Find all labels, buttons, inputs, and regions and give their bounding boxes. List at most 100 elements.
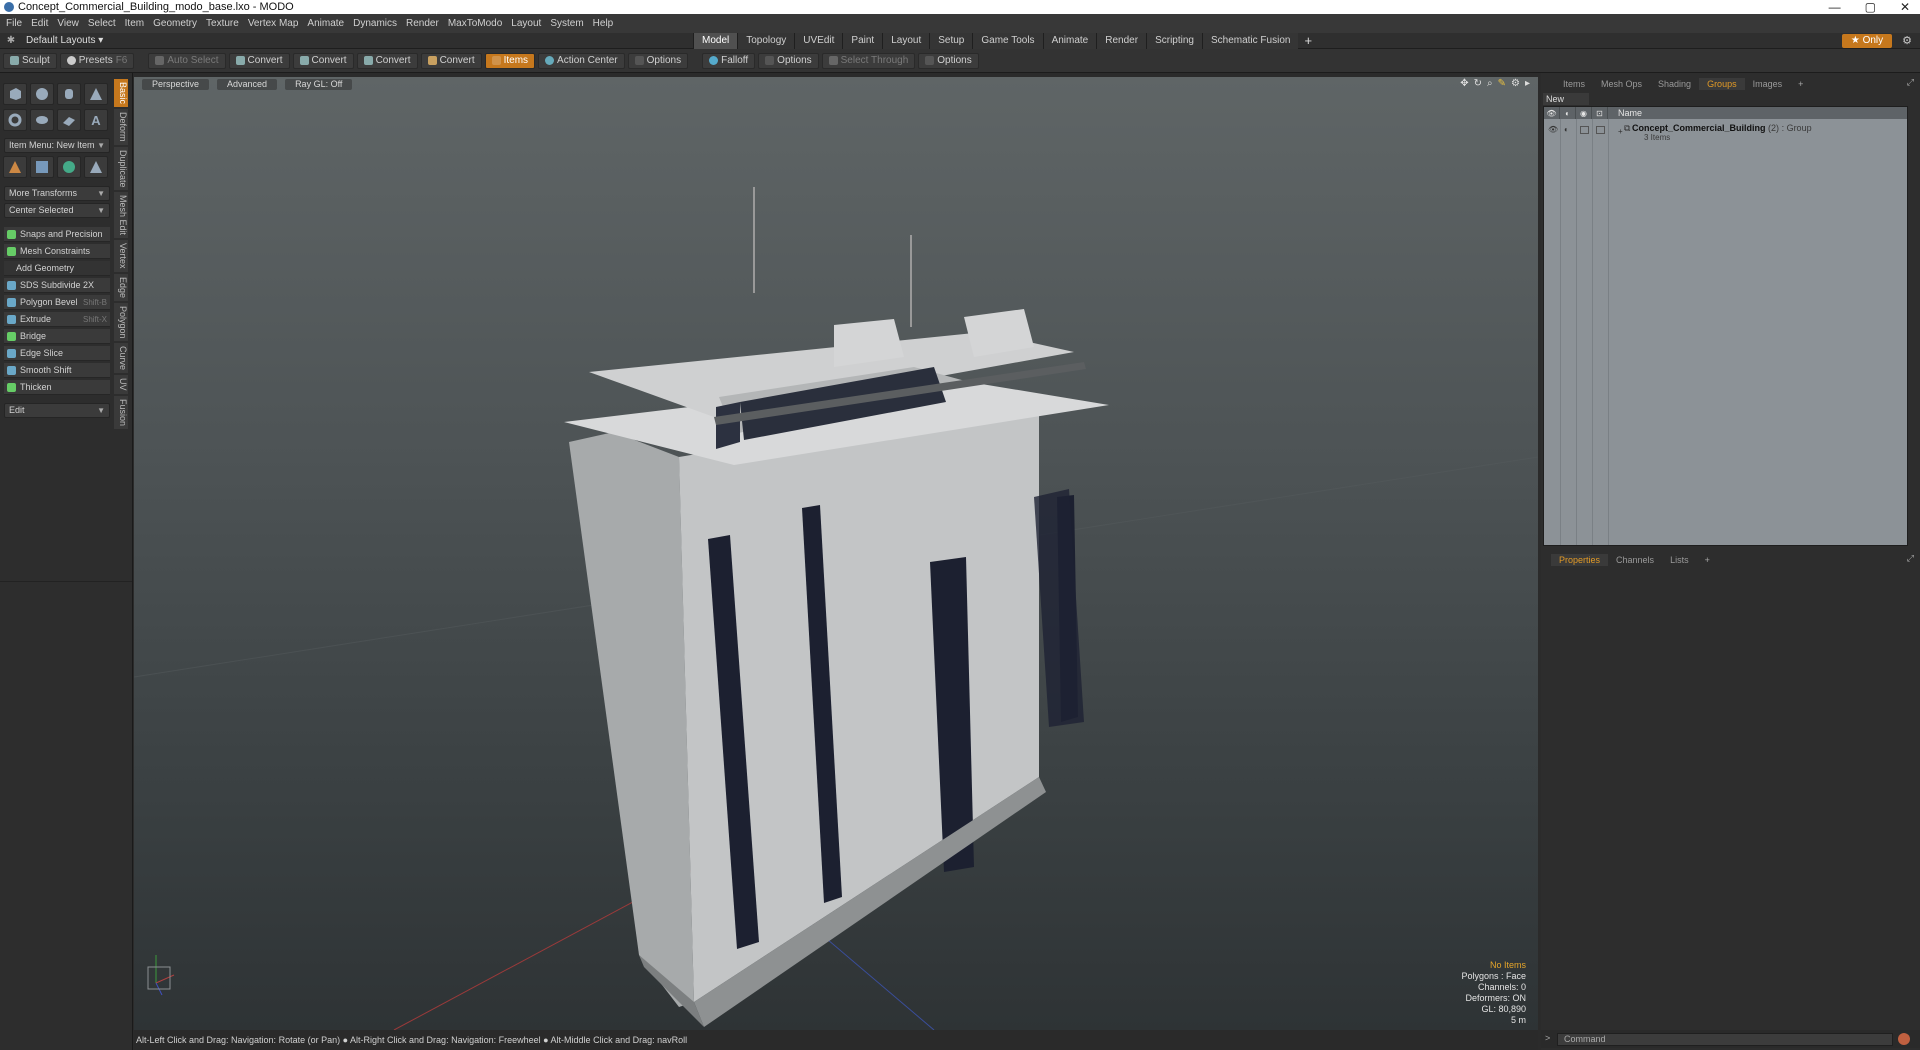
- sculpt-button[interactable]: Sculpt: [3, 52, 57, 69]
- tab-game-tools[interactable]: Game Tools: [972, 33, 1043, 49]
- tool-extrude[interactable]: Extrude Shift-X: [4, 312, 110, 327]
- menu-geometry[interactable]: Geometry: [153, 18, 197, 29]
- select-options-button[interactable]: Options: [918, 52, 979, 69]
- tab-lists[interactable]: Lists: [1662, 554, 1697, 566]
- menu-maxtomodo[interactable]: MaxToModo: [448, 18, 502, 29]
- mesh-constraints-button[interactable]: Mesh Constraints: [4, 244, 110, 259]
- expand-group-icon[interactable]: +: [1618, 127, 1623, 136]
- snaps-precision-button[interactable]: Snaps and Precision: [4, 227, 110, 242]
- tab-channels[interactable]: Channels: [1608, 554, 1662, 566]
- convert-polygons-button[interactable]: Convert: [356, 52, 418, 69]
- tab-schematic-fusion[interactable]: Schematic Fusion: [1201, 33, 1299, 49]
- presets-button[interactable]: Presets F6: [59, 52, 135, 69]
- cylinder-primitive-icon[interactable]: [57, 83, 81, 105]
- tab-scripting[interactable]: Scripting: [1146, 33, 1202, 49]
- center-selected-dropdown[interactable]: Center Selected ▼: [4, 203, 110, 218]
- name-column-header[interactable]: Name: [1608, 108, 1642, 118]
- tab-items[interactable]: Items: [1555, 78, 1593, 90]
- only-button[interactable]: ★ Only: [1842, 34, 1892, 48]
- vtab-vertex[interactable]: Vertex: [114, 240, 128, 272]
- sphere-primitive-icon[interactable]: [30, 83, 54, 105]
- gear-icon[interactable]: ⚙: [1902, 34, 1912, 47]
- globe-icon[interactable]: [57, 156, 81, 178]
- minimize-button[interactable]: —: [1829, 0, 1841, 14]
- torus-primitive-icon[interactable]: [3, 109, 27, 131]
- tool-edge-slice[interactable]: Edge Slice: [4, 346, 110, 361]
- pin-icon[interactable]: ✱: [0, 35, 22, 46]
- menu-file[interactable]: File: [6, 18, 22, 29]
- item-menu-dropdown[interactable]: Item Menu: New Item ▼: [4, 138, 110, 153]
- render-column-icon[interactable]: ◐: [1560, 107, 1576, 119]
- menu-texture[interactable]: Texture: [206, 18, 239, 29]
- menu-help[interactable]: Help: [593, 18, 614, 29]
- tool-smooth-shift[interactable]: Smooth Shift: [4, 363, 110, 378]
- grid-icon[interactable]: [30, 156, 54, 178]
- tool-bridge[interactable]: Bridge: [4, 329, 110, 344]
- tab-paint[interactable]: Paint: [842, 33, 883, 49]
- vtab-uv[interactable]: UV: [114, 375, 128, 394]
- tool-polygon-bevel[interactable]: Polygon Bevel Shift-B: [4, 295, 110, 310]
- menu-system[interactable]: System: [550, 18, 583, 29]
- menu-item[interactable]: Item: [125, 18, 144, 29]
- convert-materials-button[interactable]: Convert: [420, 52, 482, 69]
- vtab-mesh-edit[interactable]: Mesh Edit: [114, 192, 128, 239]
- tab-layout[interactable]: Layout: [882, 33, 930, 49]
- add-props-tab-button[interactable]: +: [1697, 554, 1718, 566]
- capsule-primitive-icon[interactable]: [30, 109, 54, 131]
- command-stop-icon[interactable]: [1898, 1033, 1910, 1045]
- menu-animate[interactable]: Animate: [307, 18, 344, 29]
- tab-animate[interactable]: Animate: [1042, 33, 1097, 49]
- close-button[interactable]: ✕: [1900, 0, 1910, 14]
- vtab-curve[interactable]: Curve: [114, 343, 128, 374]
- falloff-options-button[interactable]: Options: [758, 52, 819, 69]
- vtab-basic[interactable]: Basic: [114, 79, 128, 108]
- select-toggle-icon[interactable]: [1596, 126, 1605, 134]
- menu-edit[interactable]: Edit: [31, 18, 48, 29]
- expand-props-icon[interactable]: ⤢: [1907, 553, 1914, 564]
- add-geometry-header[interactable]: Add Geometry: [4, 261, 110, 276]
- text-primitive-icon[interactable]: A: [84, 109, 108, 131]
- cone-primitive-icon[interactable]: [84, 83, 108, 105]
- edit-dropdown[interactable]: Edit ▼: [4, 403, 110, 418]
- menu-layout[interactable]: Layout: [511, 18, 541, 29]
- menu-dynamics[interactable]: Dynamics: [353, 18, 397, 29]
- expand-panel-icon[interactable]: ⤢: [1907, 77, 1914, 88]
- convert-edges-button[interactable]: Convert: [292, 52, 354, 69]
- tab-topology[interactable]: Topology: [737, 33, 795, 49]
- visibility-column-icon[interactable]: 👁: [1544, 107, 1560, 119]
- vtab-edge[interactable]: Edge: [114, 273, 128, 301]
- menu-render[interactable]: Render: [406, 18, 439, 29]
- tab-shading[interactable]: Shading: [1650, 78, 1699, 90]
- tab-groups[interactable]: Groups: [1699, 78, 1745, 90]
- tab-images[interactable]: Images: [1745, 78, 1791, 90]
- auto-select-button[interactable]: Auto Select: [148, 52, 226, 69]
- cube-primitive-icon[interactable]: [3, 83, 27, 105]
- convert-vertices-button[interactable]: Convert: [228, 52, 290, 69]
- tool-sds-subdivide[interactable]: SDS Subdivide 2X: [4, 278, 110, 293]
- vtab-fusion[interactable]: Fusion: [114, 395, 128, 429]
- tab-model[interactable]: Model: [693, 33, 738, 49]
- plane-primitive-icon[interactable]: [57, 109, 81, 131]
- tool-thicken[interactable]: Thicken: [4, 380, 110, 395]
- menu-view[interactable]: View: [57, 18, 79, 29]
- add-tab-button[interactable]: +: [1298, 33, 1318, 49]
- command-input[interactable]: Command: [1557, 1033, 1893, 1046]
- maximize-button[interactable]: ▢: [1865, 0, 1876, 14]
- action-center-button[interactable]: Action Center: [538, 52, 625, 69]
- vtab-deform[interactable]: Deform: [114, 109, 128, 145]
- default-layouts-dropdown[interactable]: Default Layouts ▾: [26, 35, 103, 46]
- menu-vertex-map[interactable]: Vertex Map: [248, 18, 299, 29]
- select-through-button[interactable]: Select Through: [821, 52, 916, 69]
- tab-uvedit[interactable]: UVEdit: [794, 33, 843, 49]
- select-column-icon[interactable]: ⊡: [1592, 107, 1608, 119]
- tab-mesh-ops[interactable]: Mesh Ops: [1593, 78, 1650, 90]
- lock-toggle-icon[interactable]: [1580, 126, 1589, 134]
- more-transforms-dropdown[interactable]: More Transforms ▼: [4, 186, 110, 201]
- vtab-duplicate[interactable]: Duplicate: [114, 146, 128, 191]
- pyramid-icon[interactable]: [84, 156, 108, 178]
- render-toggle-icon[interactable]: ◐: [1564, 125, 1569, 134]
- menu-select[interactable]: Select: [88, 18, 116, 29]
- 3d-viewport[interactable]: Perspective Advanced Ray GL: Off ✥ ↻ ⌕ ✎…: [134, 77, 1538, 1030]
- visibility-eye-icon[interactable]: 👁: [1548, 125, 1558, 134]
- lock-column-icon[interactable]: ◉: [1576, 107, 1592, 119]
